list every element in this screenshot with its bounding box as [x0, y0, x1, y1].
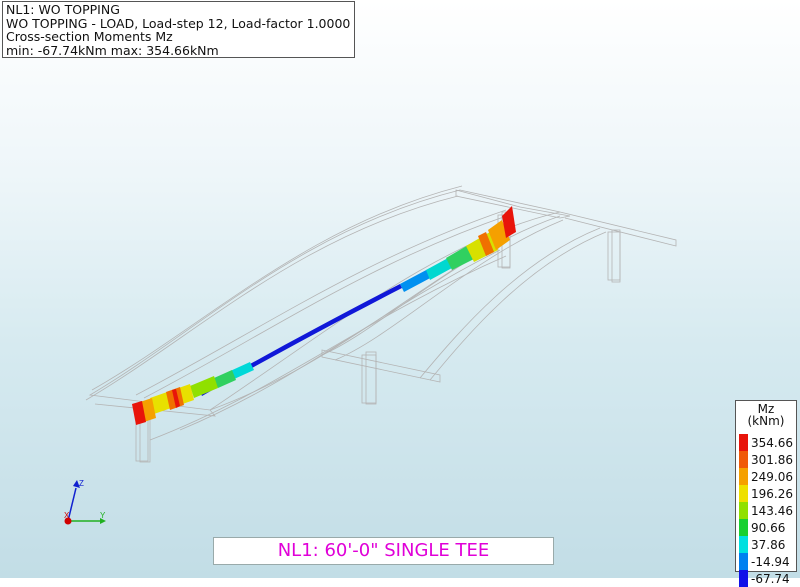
axis-y-label: Y [100, 511, 106, 520]
legend-row: 249.06 [739, 468, 793, 485]
legend-swatch [739, 434, 748, 451]
model-caption: NL1: 60'-0" SINGLE TEE [213, 537, 554, 565]
model-viewport[interactable]: X Y Z [0, 0, 800, 578]
legend-value: -67.74 [751, 571, 790, 586]
legend-row: -67.74 [739, 570, 793, 587]
legend-swatch [739, 570, 748, 587]
legend-title: Mz (kNm) [736, 403, 796, 427]
tee-wireframe [85, 185, 677, 463]
legend-row: 354.66 [739, 434, 793, 451]
info-result-type: Cross-section Moments Mz [6, 29, 173, 45]
legend-scale: 354.66 301.86 249.06 196.26 143.46 90.66 37.86… [739, 434, 793, 587]
legend-value: 354.66 [751, 435, 793, 450]
legend-swatch [739, 519, 748, 536]
legend-swatch [739, 485, 748, 502]
legend-value: 143.46 [751, 503, 793, 518]
legend-row: 143.46 [739, 502, 793, 519]
legend-row: 90.66 [739, 519, 793, 536]
legend-swatch [739, 502, 748, 519]
legend-row: -14.94 [739, 553, 793, 570]
legend-row: 301.86 [739, 451, 793, 468]
legend-row: 37.86 [739, 536, 793, 553]
legend-value: 301.86 [751, 452, 793, 467]
axis-z-label: Z [79, 479, 84, 488]
info-min-max: min: -67.74kNm max: 354.66kNm [6, 42, 219, 58]
legend-swatch [739, 451, 748, 468]
legend-value: 90.66 [751, 520, 786, 535]
info-load-step: WO TOPPING - LOAD, Load-step 12, Load-fa… [6, 15, 351, 31]
result-info-box: NL1: WO TOPPING WO TOPPING - LOAD, Load-… [2, 1, 355, 58]
axis-x-label: X [64, 511, 70, 520]
legend-value: -14.94 [751, 554, 790, 569]
moment-diagram [132, 206, 516, 425]
info-model-name: NL1: WO TOPPING [6, 2, 120, 17]
legend-value: 249.06 [751, 469, 793, 484]
legend-swatch [739, 553, 748, 570]
legend-swatch [739, 536, 748, 553]
legend-swatch [739, 468, 748, 485]
color-legend: Mz (kNm) 354.66 301.86 249.06 196.26 143.46 9… [735, 400, 797, 587]
legend-value: 196.26 [751, 486, 793, 501]
legend-row: 196.26 [739, 485, 793, 502]
legend-title-unit: (kNm) [747, 414, 785, 428]
legend-value: 37.86 [751, 537, 786, 552]
